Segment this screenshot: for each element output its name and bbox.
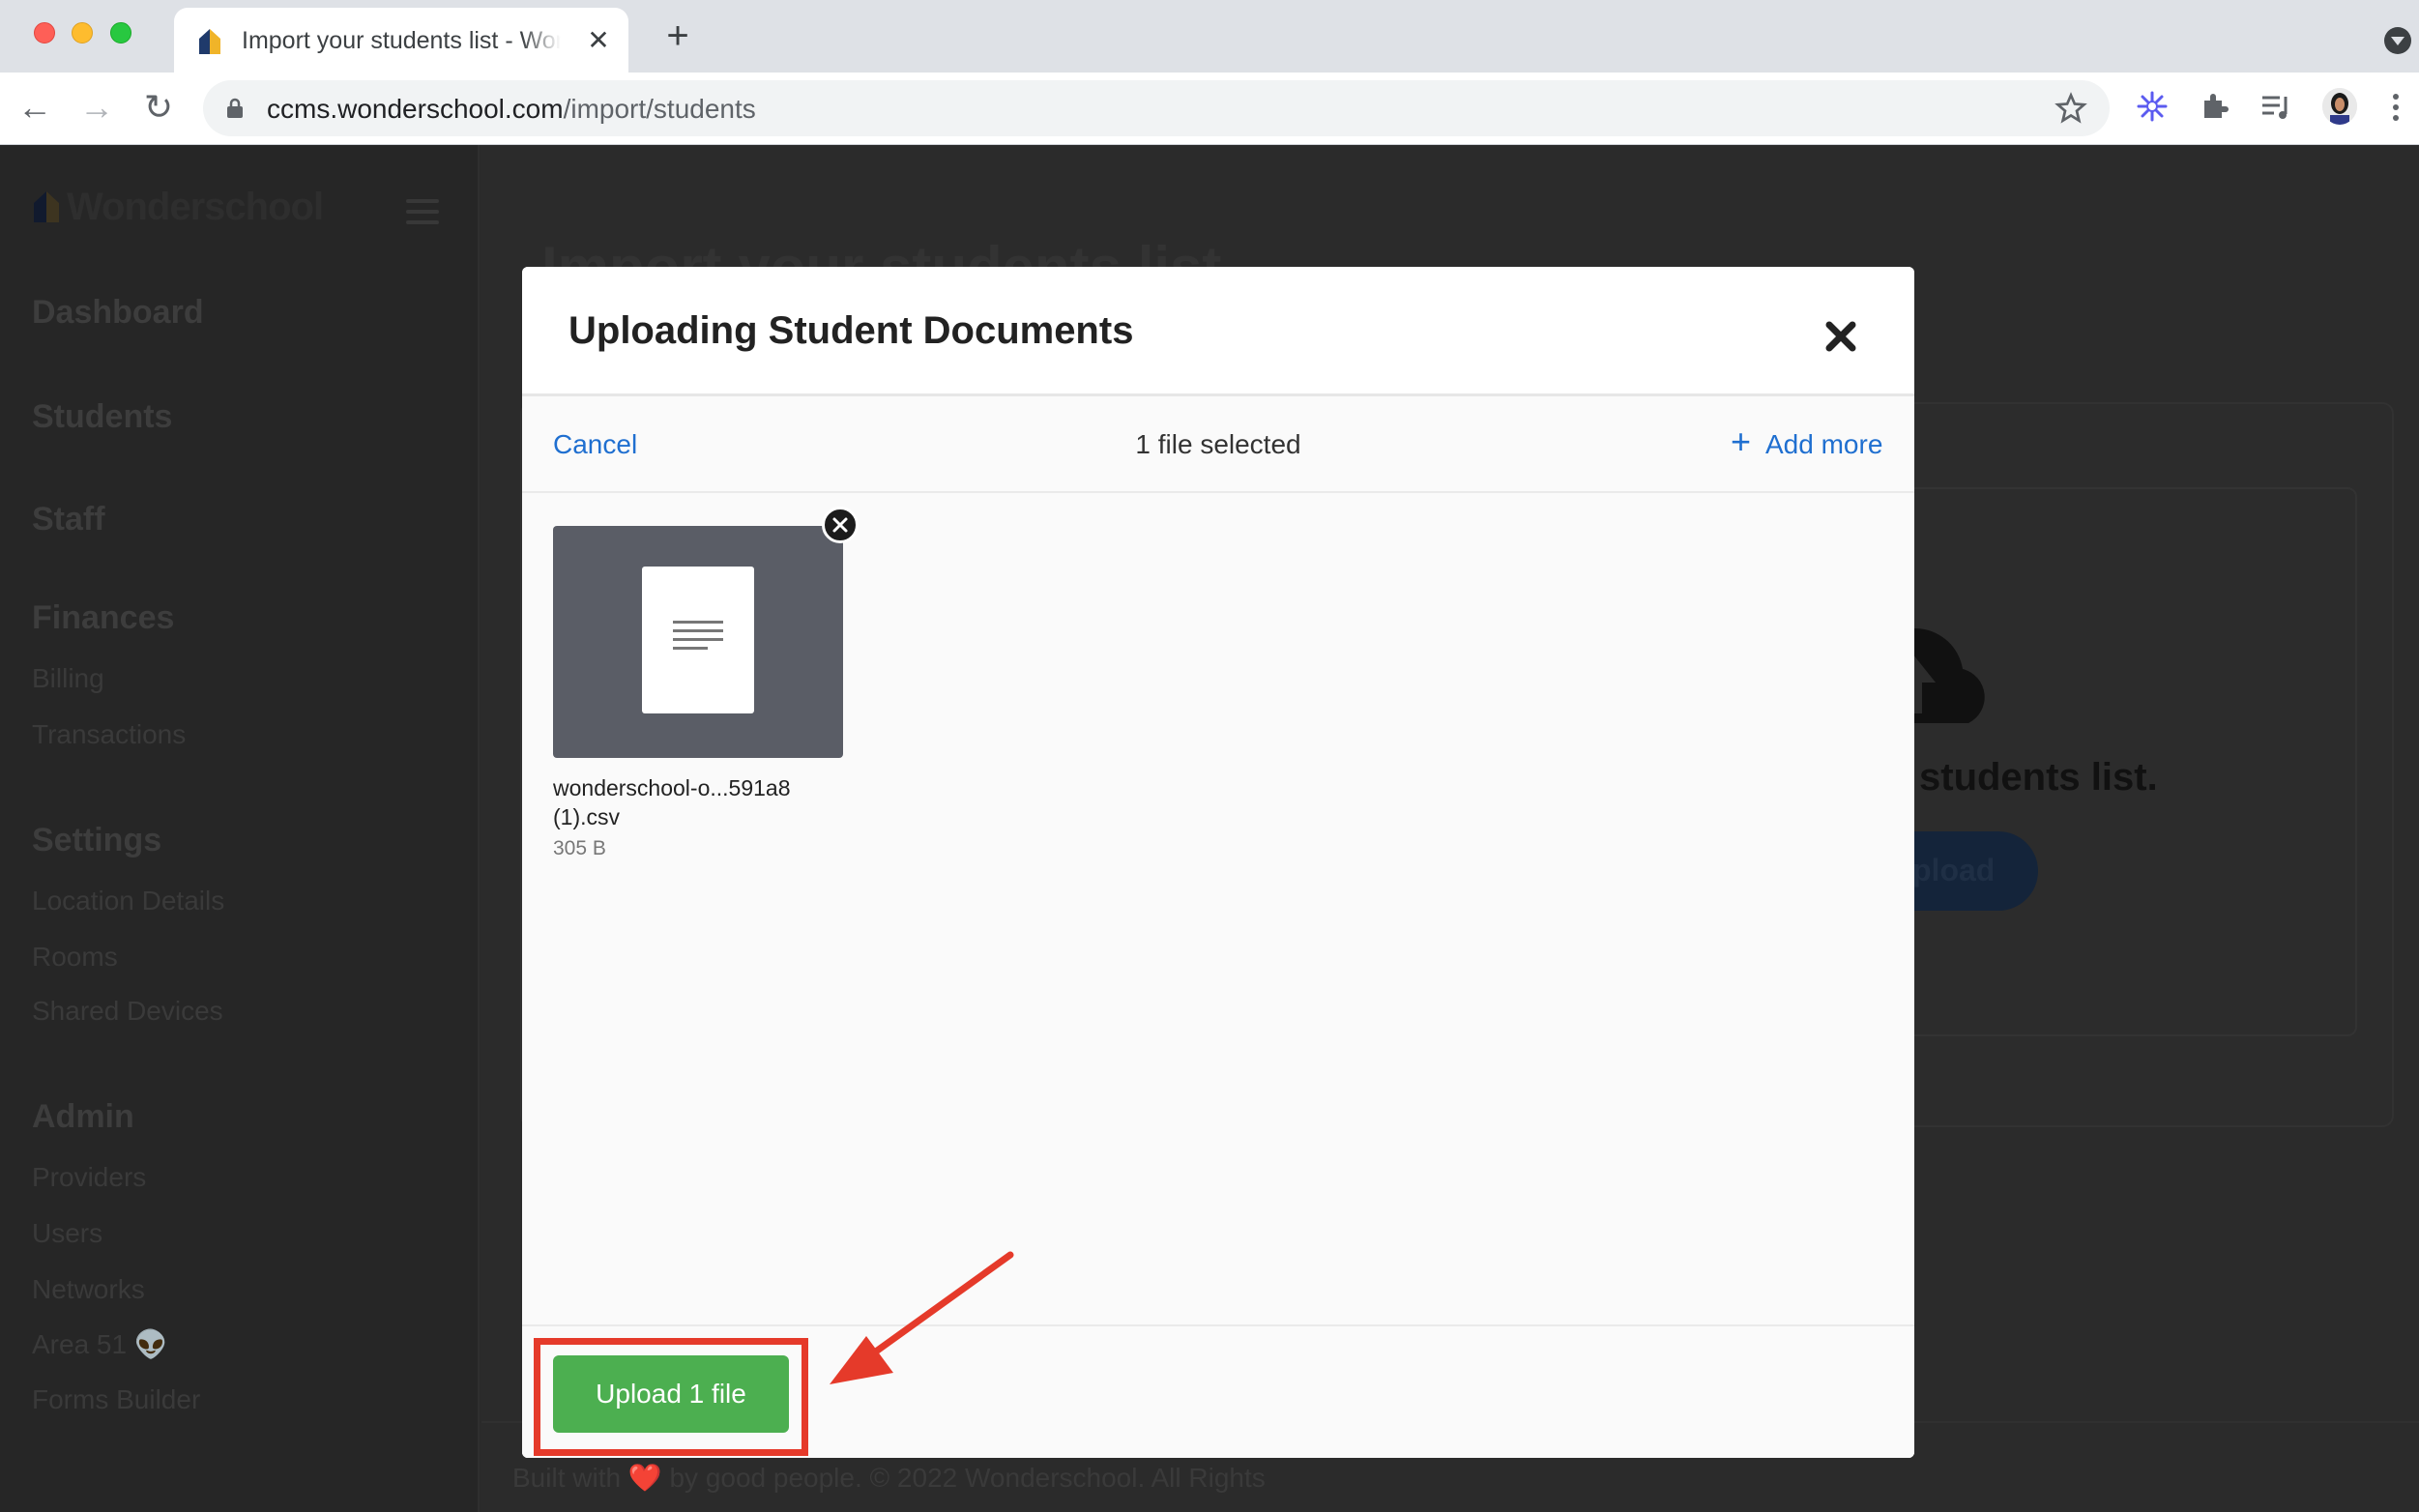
sidebar: Wonderschool Dashboard Students Staff Fi…	[0, 145, 480, 1512]
lock-icon	[227, 98, 243, 118]
back-icon[interactable]: ←	[15, 88, 54, 127]
document-icon	[642, 567, 754, 713]
sidebar-section-settings: Settings	[32, 822, 162, 858]
new-tab-icon[interactable]: +	[661, 16, 694, 55]
logo-text: Wonderschool	[67, 186, 324, 228]
tab-close-icon[interactable]: ✕	[585, 27, 612, 54]
address-bar[interactable]: ccms.wonderschool.com/import/students	[203, 80, 2110, 136]
annotation-highlight-box	[534, 1338, 808, 1456]
sidebar-item-billing[interactable]: Billing	[32, 663, 104, 694]
tab-search-icon[interactable]	[2384, 27, 2411, 54]
sidebar-item-users[interactable]: Users	[32, 1218, 102, 1249]
forward-icon[interactable]: →	[77, 88, 116, 127]
active-tab[interactable]: Import your students list - Wonderschool…	[174, 8, 628, 73]
import-tagline: students list.	[1919, 756, 2158, 799]
tab-title: Import your students list - Wonderschool	[242, 27, 561, 55]
sidebar-item-shared-devices[interactable]: Shared Devices	[32, 996, 223, 1027]
upload-modal: Uploading Student Documents Cancel 1 fil…	[522, 267, 1914, 1458]
sidebar-item-transactions[interactable]: Transactions	[32, 719, 186, 750]
file-preview	[553, 526, 843, 758]
sidebar-item-providers[interactable]: Providers	[32, 1162, 146, 1193]
profile-avatar[interactable]	[2322, 88, 2357, 125]
wonderschool-logo-icon	[34, 191, 59, 222]
sidebar-item-dashboard[interactable]: Dashboard	[32, 294, 204, 332]
files-selected-status: 1 file selected	[1135, 429, 1301, 459]
browser-toolbar: ← → ↻ ccms.wonderschool.com/import/stude…	[0, 73, 2419, 145]
footer-text: Built with ❤️ by good people. © 2022 Won…	[512, 1463, 1266, 1493]
uppy-topbar: Cancel 1 file selected + Add more	[522, 396, 1914, 493]
modal-header: Uploading Student Documents	[522, 267, 1914, 396]
uppy-dashboard: Cancel 1 file selected + Add more wonder…	[522, 396, 1914, 1458]
modal-title: Uploading Student Documents	[568, 309, 1134, 352]
bookmark-star-icon[interactable]	[2054, 91, 2088, 126]
reload-icon[interactable]: ↻	[139, 88, 178, 127]
sidebar-item-location-details[interactable]: Location Details	[32, 886, 224, 916]
file-size: 305 B	[553, 837, 606, 859]
remove-file-icon[interactable]	[822, 507, 859, 543]
browser-tab-bar: Import your students list - Wonderschool…	[0, 0, 2419, 73]
browser-menu-icon[interactable]	[2386, 91, 2405, 124]
sidebar-item-area-51[interactable]: Area 51 👽	[32, 1328, 168, 1360]
sidebar-section-finances: Finances	[32, 599, 175, 636]
media-queue-icon[interactable]	[2259, 89, 2293, 124]
sidebar-item-forms-builder[interactable]: Forms Builder	[32, 1384, 200, 1415]
sidebar-item-students[interactable]: Students	[32, 398, 172, 436]
annotation-arrow-icon	[830, 1251, 1014, 1384]
close-window-button[interactable]	[34, 22, 55, 44]
sidebar-item-rooms[interactable]: Rooms	[32, 942, 118, 973]
plus-icon: +	[1731, 422, 1752, 461]
sidebar-item-networks[interactable]: Networks	[32, 1274, 145, 1305]
wonderschool-favicon-icon	[199, 29, 220, 54]
maximize-window-button[interactable]	[110, 22, 131, 44]
modal-close-icon[interactable]	[1822, 317, 1860, 356]
hamburger-menu-icon[interactable]	[406, 199, 439, 226]
extensions-puzzle-icon[interactable]	[2197, 89, 2231, 124]
extension-asterisk-icon[interactable]	[2135, 89, 2170, 124]
file-name: wonderschool-o...591a8 (1).csv	[553, 775, 791, 829]
sidebar-section-admin: Admin	[32, 1098, 134, 1135]
minimize-window-button[interactable]	[72, 22, 93, 44]
add-more-button[interactable]: Add more	[1765, 429, 1882, 460]
url-text: ccms.wonderschool.com/import/students	[267, 94, 756, 124]
background-upload-label: pload	[1912, 853, 1996, 887]
sidebar-item-staff[interactable]: Staff	[32, 501, 105, 538]
